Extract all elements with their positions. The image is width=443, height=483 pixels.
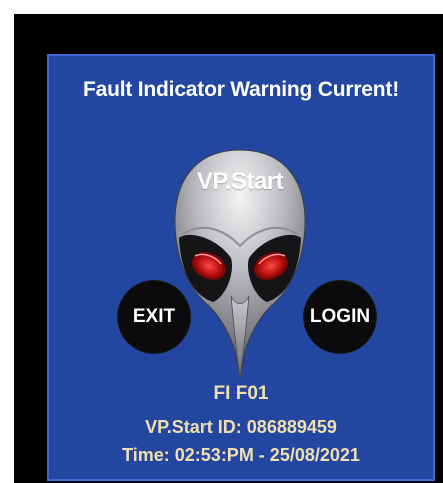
- fault-code: FI F01: [213, 383, 269, 404]
- screen-frame: Fault Indicator Warning Current! VP.Star…: [14, 14, 443, 483]
- logo-text: VP.Start: [196, 168, 284, 195]
- exit-button[interactable]: EXIT: [118, 281, 190, 353]
- warning-panel: Fault Indicator Warning Current! VP.Star…: [47, 54, 435, 481]
- timestamp: Time: 02:53:PM - 25/08/2021: [122, 445, 360, 465]
- login-button[interactable]: LOGIN: [304, 281, 376, 353]
- device-id: VP.Start ID: 086889459: [145, 417, 337, 437]
- skull-mask-icon: VP.Start: [169, 146, 311, 386]
- warning-title: Fault Indicator Warning Current!: [83, 78, 399, 101]
